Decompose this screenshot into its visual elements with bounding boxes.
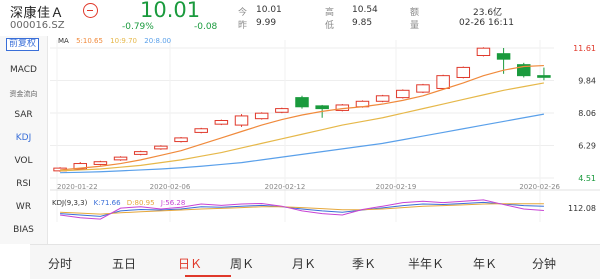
candle-body bbox=[254, 112, 269, 120]
indicator-kdj[interactable]: KDJ bbox=[0, 133, 47, 143]
candle-body bbox=[295, 97, 309, 108]
quote-amount: 额 23.6亿 bbox=[410, 8, 503, 18]
candle-body bbox=[315, 105, 329, 110]
quote-open: 今 10.01 bbox=[238, 5, 282, 18]
price-axis-label: 9.84 bbox=[578, 77, 596, 86]
ma-legend: MA 5:10.65 10:9.70 20:8.00 bbox=[58, 37, 176, 45]
tab-daily-k[interactable]: 日Ｋ bbox=[178, 255, 202, 272]
indicator-vol[interactable]: VOL bbox=[0, 156, 47, 166]
kdj-k-label: K:71.66 bbox=[93, 199, 121, 207]
candle-body bbox=[154, 145, 168, 150]
candle-body bbox=[436, 75, 450, 89]
candle-body bbox=[456, 66, 471, 78]
indicator-rsi[interactable]: RSI bbox=[0, 179, 47, 189]
active-tab-indicator bbox=[185, 275, 231, 277]
change-percent: -0.79% bbox=[122, 22, 154, 32]
candle-body bbox=[133, 151, 148, 155]
candle-body bbox=[93, 161, 108, 165]
candle-body bbox=[416, 84, 430, 93]
price-axis-label: 11.61 bbox=[573, 44, 596, 53]
adjust-price-button[interactable]: 前复权 bbox=[6, 38, 40, 51]
tab-minute[interactable]: 分钟 bbox=[532, 255, 556, 272]
stock-name: 深康佳Ａ bbox=[10, 6, 65, 21]
indicator-sidebar: MACD 资金流向 SAR KDJ VOL RSI WR BIAS bbox=[0, 36, 48, 244]
date-axis-label: 2020-01-22 bbox=[57, 183, 98, 191]
ma-legend-title: MA bbox=[58, 37, 69, 45]
indicator-macd[interactable]: MACD bbox=[0, 65, 47, 75]
stock-code: 000016.SZ bbox=[10, 20, 65, 31]
quote-prev-close: 昨 9.99 bbox=[238, 18, 277, 31]
candle-body bbox=[214, 120, 229, 125]
candle-body bbox=[275, 108, 289, 113]
indicator-sar[interactable]: SAR bbox=[0, 110, 47, 120]
tab-quarterly-k[interactable]: 季Ｋ bbox=[352, 255, 376, 272]
candle-body bbox=[113, 156, 128, 161]
ma20-label: 20:8.00 bbox=[144, 37, 172, 45]
period-tabs: 分时 五日 日Ｋ 周Ｋ 月Ｋ 季Ｋ 半年Ｋ 年Ｋ 分钟 bbox=[30, 244, 600, 279]
indicator-bias[interactable]: BIAS bbox=[0, 225, 47, 235]
quote-time: 量 02-26 16:11 bbox=[410, 18, 514, 31]
candle-body bbox=[396, 89, 410, 99]
indicator-wr[interactable]: WR bbox=[0, 202, 47, 212]
candle-body bbox=[537, 75, 551, 78]
last-price: 10.01 bbox=[140, 0, 201, 22]
kline-chart[interactable]: 11.61 9.84 8.06 6.29 4.51 2020-01-22 2020-02-0… bbox=[48, 36, 600, 244]
date-axis-label: 2020-02-19 bbox=[376, 183, 417, 191]
candle-body bbox=[194, 128, 208, 133]
tab-intraday[interactable]: 分时 bbox=[48, 255, 72, 272]
ma10-label: 10:9.70 bbox=[110, 37, 138, 45]
indicator-axis-label: 112.08 bbox=[568, 204, 596, 213]
quote-high: 高 10.54 bbox=[325, 5, 378, 18]
quote-low: 低 9.85 bbox=[325, 18, 373, 31]
price-axis-label: 6.29 bbox=[578, 142, 596, 151]
kdj-legend-title: KDJ(9,3,3) bbox=[52, 199, 88, 207]
kdj-d-label: D:80.95 bbox=[126, 199, 155, 207]
tab-half-year-k[interactable]: 半年Ｋ bbox=[408, 255, 444, 272]
kdj-j-label: J:56.28 bbox=[160, 199, 186, 207]
change-amount: -0.08 bbox=[194, 22, 218, 32]
tab-yearly-k[interactable]: 年Ｋ bbox=[473, 255, 497, 272]
tab-monthly-k[interactable]: 月Ｋ bbox=[292, 255, 316, 272]
date-axis-label: 2020-02-12 bbox=[265, 183, 306, 191]
candle-body bbox=[375, 95, 390, 102]
date-axis-label: 2020-02-26 bbox=[519, 183, 560, 191]
kdj-legend: KDJ(9,3,3) K:71.66 D:80.95 J:56.28 bbox=[52, 199, 189, 207]
remove-watchlist-button[interactable] bbox=[83, 3, 98, 18]
candle-body bbox=[174, 137, 188, 143]
candle-body bbox=[496, 53, 511, 60]
ma5-label: 5:10.65 bbox=[76, 37, 103, 45]
tab-five-day[interactable]: 五日 bbox=[112, 255, 136, 272]
candle-body bbox=[234, 115, 249, 126]
candle-body bbox=[476, 47, 491, 57]
price-axis-label: 8.06 bbox=[578, 109, 596, 118]
tab-weekly-k[interactable]: 周Ｋ bbox=[230, 255, 254, 272]
price-axis-label: 4.51 bbox=[578, 174, 596, 183]
quote-header: 深康佳Ａ 000016.SZ 10.01 -0.79% -0.08 今 10.01… bbox=[0, 0, 600, 36]
date-axis-label: 2020-02-06 bbox=[150, 183, 191, 191]
indicator-fund-flow[interactable]: 资金流向 bbox=[0, 89, 47, 99]
